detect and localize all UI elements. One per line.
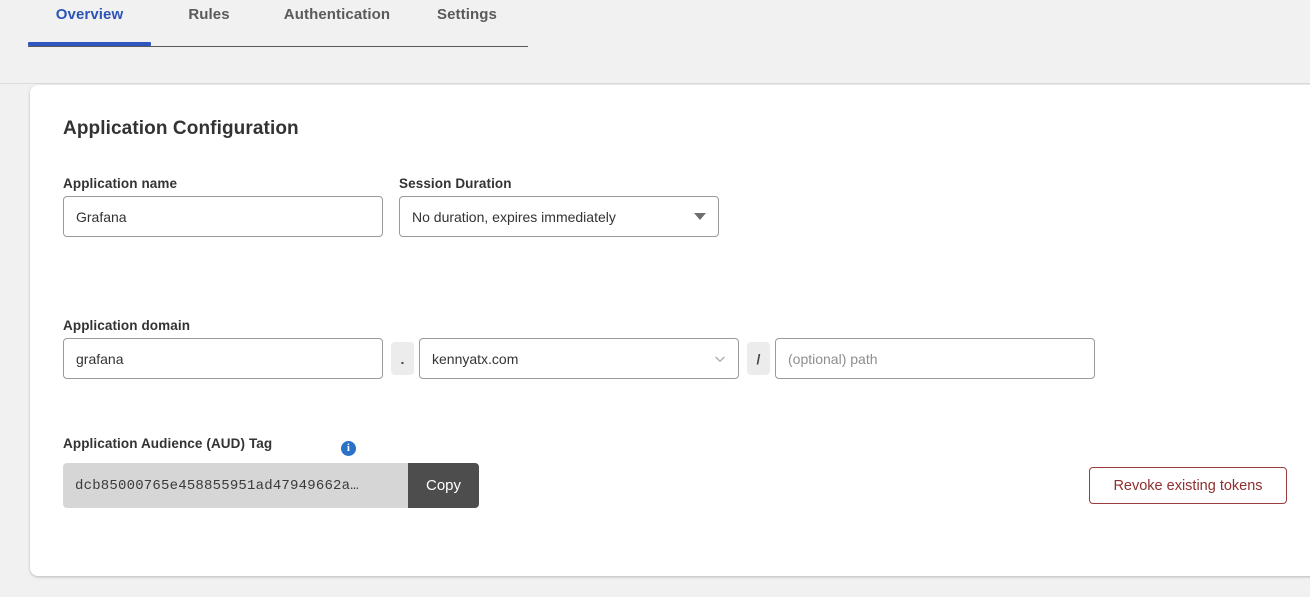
session-duration-select[interactable]: No duration, expires immediately xyxy=(399,196,719,237)
dot-separator: . xyxy=(391,342,414,375)
session-duration-value: No duration, expires immediately xyxy=(412,209,686,225)
tab-overview[interactable]: Overview xyxy=(28,0,151,39)
page-title: Application Configuration xyxy=(63,118,299,140)
tab-baseline-divider xyxy=(28,46,528,47)
tab-rules[interactable]: Rules xyxy=(151,0,267,39)
info-icon[interactable]: i xyxy=(341,441,356,456)
aud-tag-field-group: dcb85000765e458855951ad47949662a… Copy xyxy=(63,463,479,508)
aud-tag-value[interactable]: dcb85000765e458855951ad47949662a… xyxy=(63,463,408,508)
application-domain-label: Application domain xyxy=(63,318,190,333)
application-path-input[interactable] xyxy=(775,338,1095,379)
tab-bar: Overview Rules Authentication Settings xyxy=(0,0,1310,84)
application-name-input[interactable] xyxy=(63,196,383,237)
session-duration-label: Session Duration xyxy=(399,176,512,191)
tab-settings[interactable]: Settings xyxy=(407,0,527,39)
aud-tag-label-text: Application Audience (AUD) Tag xyxy=(63,436,272,451)
copy-button[interactable]: Copy xyxy=(408,463,479,508)
application-name-label: Application name xyxy=(63,176,177,191)
slash-separator: / xyxy=(747,342,770,375)
revoke-existing-tokens-button[interactable]: Revoke existing tokens xyxy=(1089,467,1287,504)
domain-select-value: kennyatx.com xyxy=(432,351,706,367)
domain-select[interactable]: kennyatx.com xyxy=(419,338,739,379)
tab-authentication[interactable]: Authentication xyxy=(267,0,407,39)
chevron-down-icon xyxy=(714,353,726,365)
application-configuration-card: Application Configuration Application na… xyxy=(30,85,1310,576)
aud-tag-label: Application Audience (AUD) Tag i xyxy=(63,436,272,451)
tab-active-indicator xyxy=(28,42,151,46)
application-subdomain-input[interactable] xyxy=(63,338,383,379)
tab-list: Overview Rules Authentication Settings xyxy=(28,0,527,39)
chevron-down-icon xyxy=(694,213,706,220)
